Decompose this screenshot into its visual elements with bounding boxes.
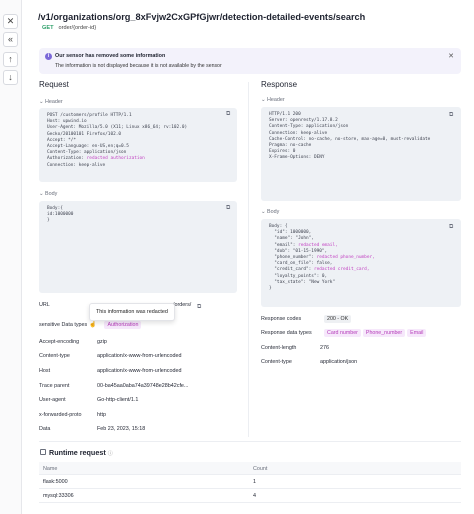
column-header-count[interactable]: Count xyxy=(253,466,267,472)
request-body-label: Body xyxy=(45,191,58,197)
redacted-value[interactable]: redacted authorization xyxy=(87,156,145,161)
sensitive-tag[interactable]: Authorization xyxy=(104,321,142,329)
arrow-up-icon[interactable]: ↑ xyxy=(3,52,18,67)
request-header-code: POST /customers/profile HTTP/1.1 Host: up… xyxy=(39,108,237,182)
status-badge: 200 - OK xyxy=(324,315,352,323)
request-title: Request xyxy=(39,80,69,89)
alert-title: Our sensor has removed some information xyxy=(55,53,166,59)
data-type-tag[interactable]: Phone_number xyxy=(362,329,406,337)
field-key: Data xyxy=(39,426,51,432)
runtime-icon xyxy=(40,449,46,455)
field-value: Go-http-client/1.1 xyxy=(97,397,139,403)
close-icon[interactable]: ✕ xyxy=(448,52,454,60)
redacted-value[interactable]: redacted credit_card, xyxy=(314,267,370,272)
row-name: flask:5000 xyxy=(43,479,68,485)
field-value: application/json xyxy=(320,359,358,365)
chevron-down-icon: ⌄ xyxy=(261,209,266,215)
response-code-badge: 200 - OK xyxy=(324,315,352,323)
runtime-title-text: Runtime request xyxy=(49,448,106,457)
redacted-value[interactable]: redacted email, xyxy=(298,243,338,248)
code-line: } xyxy=(269,286,272,292)
field-value-url: /orders/ xyxy=(173,302,192,308)
field-key-sensitive: sensitive Data types xyxy=(39,322,88,328)
field-key: Response codes xyxy=(261,316,302,322)
page-title: /v1/organizations/org_8xFvjw2CxGPfGjwr/d… xyxy=(38,12,366,22)
info-icon[interactable]: ⓘ xyxy=(108,451,113,457)
info-icon: i xyxy=(45,53,52,60)
table-header: Name Count xyxy=(39,462,461,475)
field-key: Content-type xyxy=(39,353,70,359)
field-key: Content-type xyxy=(261,359,292,365)
cursor-hand-icon: ☝ xyxy=(89,322,97,328)
chevron-down-icon: ⌄ xyxy=(39,191,44,197)
runtime-table: Name Count flask:5000 1 mysql:33306 4 xyxy=(39,462,461,503)
side-rail: ✕ « ↑ ↓ xyxy=(0,0,22,514)
copy-icon[interactable]: ⧉ xyxy=(197,304,201,311)
chevron-down-icon: ⌄ xyxy=(261,97,266,103)
response-title: Response xyxy=(261,80,298,89)
route-path: order/{order-id} xyxy=(58,25,97,31)
data-type-tag[interactable]: Email xyxy=(407,329,427,337)
table-row[interactable]: mysql:33306 4 xyxy=(39,489,461,503)
redacted-value[interactable]: redacted phone_number, xyxy=(317,255,375,260)
field-key-url: URL xyxy=(39,302,50,308)
copy-icon[interactable]: ⧉ xyxy=(449,224,453,231)
code-line: } xyxy=(47,218,50,224)
request-body-toggle[interactable]: ⌄ Body xyxy=(39,191,57,197)
row-count: 4 xyxy=(253,493,256,499)
field-value: Feb 23, 2023, 15:18 xyxy=(97,426,146,432)
chevron-down-icon: ⌄ xyxy=(39,99,44,105)
response-data-types: Card number Phone_number Email xyxy=(324,329,428,337)
code-line: Connection: keep-alive xyxy=(47,162,106,168)
field-key: Host xyxy=(39,368,51,374)
table-row[interactable]: flask:5000 1 xyxy=(39,475,461,489)
data-type-tag[interactable]: Card number xyxy=(324,329,361,337)
field-key: User-agent xyxy=(39,397,66,403)
arrow-down-icon[interactable]: ↓ xyxy=(3,70,18,85)
response-header-code: HTTP/1.1 200 Server: openresty/1.17.8.2 Co… xyxy=(261,107,461,201)
request-header-toggle[interactable]: ⌄ Header xyxy=(39,99,63,105)
response-body-label: Body xyxy=(267,209,280,215)
close-icon[interactable]: ✕ xyxy=(3,14,18,29)
field-key: x-forwarded-proto xyxy=(39,412,82,418)
section-divider xyxy=(39,441,461,442)
column-header-name[interactable]: Name xyxy=(43,466,57,472)
collapse-icon[interactable]: « xyxy=(3,32,18,47)
sensor-alert: i Our sensor has removed some informatio… xyxy=(39,48,461,74)
response-header-toggle[interactable]: ⌄ Header xyxy=(261,97,285,103)
endpoint-subtitle: GET order/{order-id} xyxy=(42,25,96,31)
response-body-toggle[interactable]: ⌄ Body xyxy=(261,209,279,215)
redacted-tooltip: This information was redacted xyxy=(89,303,175,321)
field-key: Trace parent xyxy=(39,383,70,389)
row-name: mysql:33306 xyxy=(43,493,74,499)
http-method-badge: GET xyxy=(42,25,54,31)
response-body-code: Body: { "id": 1000000, "name": "John", "… xyxy=(261,219,461,307)
column-divider xyxy=(248,82,249,437)
field-key: Response data types xyxy=(261,330,312,336)
copy-icon[interactable]: ⧉ xyxy=(226,205,230,212)
response-header-label: Header xyxy=(267,97,285,103)
row-count: 1 xyxy=(253,479,256,485)
request-header-label: Header xyxy=(45,99,63,105)
field-value: 00-ba45aa0aba74a39748e28b42cfe... xyxy=(97,383,189,389)
request-body-code: Body:{id:1000000} xyxy=(39,201,237,293)
field-value: application/x-www-from-urlencoded xyxy=(97,368,182,374)
field-key: Content-length xyxy=(261,345,297,351)
field-value: gzip xyxy=(97,339,107,345)
field-value: http xyxy=(97,412,106,418)
code-line: X-Frame-Options: DENY xyxy=(269,155,325,161)
field-value: 276 xyxy=(320,345,329,351)
field-key: Accept-encoding xyxy=(39,339,80,345)
copy-icon[interactable]: ⧉ xyxy=(449,112,453,119)
runtime-title: Runtime request ⓘ xyxy=(49,448,113,457)
copy-icon[interactable]: ⧉ xyxy=(226,111,230,118)
alert-text: The information is not displayed because… xyxy=(55,63,222,69)
field-value: application/x-www-from-urlencoded xyxy=(97,353,182,359)
field-value-sensitive: ☝ Authorization xyxy=(89,321,143,329)
